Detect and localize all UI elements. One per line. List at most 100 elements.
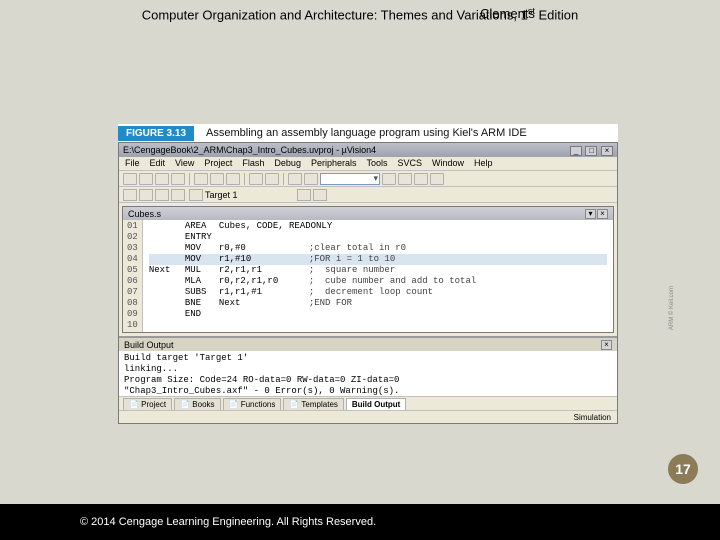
copyright-text: © 2014 Cengage Learning Engineering. All…: [80, 516, 376, 528]
manage-button[interactable]: [313, 189, 327, 201]
config-button[interactable]: [430, 173, 444, 185]
build-output-panel: Build Output × Build target 'Target 1'li…: [119, 336, 617, 396]
copy-button[interactable]: [210, 173, 224, 185]
slide-header: Computer Organization and Architecture: …: [0, 6, 720, 22]
minimize-button[interactable]: _: [570, 146, 582, 156]
code-line[interactable]: ENTRY: [149, 232, 607, 243]
build-toolbar: Target 1: [119, 187, 617, 203]
copyright-bar: © 2014 Cengage Learning Engineering. All…: [0, 504, 720, 540]
header-prefix: Computer Organization and Architecture: …: [142, 7, 528, 22]
header-suffix: Edition: [535, 7, 578, 22]
build-output-body[interactable]: Build target 'Target 1'linking...Program…: [119, 351, 617, 396]
toolbar-separator: [244, 173, 245, 185]
find-button[interactable]: [304, 173, 318, 185]
bookmark-button[interactable]: [288, 173, 302, 185]
main-toolbar: [119, 171, 617, 187]
editor-close-button[interactable]: ×: [597, 209, 608, 219]
code-line[interactable]: SUBSr1,r1,#1; decrement loop count: [149, 287, 607, 298]
new-file-button[interactable]: [123, 173, 137, 185]
tab-build-output[interactable]: Build Output: [346, 398, 406, 410]
close-button[interactable]: ×: [601, 146, 613, 156]
menu-project[interactable]: Project: [204, 158, 232, 169]
find-combo[interactable]: [320, 173, 380, 185]
menu-debug[interactable]: Debug: [274, 158, 301, 169]
menu-help[interactable]: Help: [474, 158, 493, 169]
menu-window[interactable]: Window: [432, 158, 464, 169]
line-number: 04: [127, 254, 138, 265]
ide-titlebar: E:\CengageBook\2_ARM\Chap3_Intro_Cubes.u…: [119, 143, 617, 157]
save-button[interactable]: [155, 173, 169, 185]
line-number: 07: [127, 287, 138, 298]
code-line[interactable]: BNENext;END FOR: [149, 298, 607, 309]
figure-caption-row: FIGURE 3.13 Assembling an assembly langu…: [118, 124, 618, 142]
menu-file[interactable]: File: [125, 158, 140, 169]
translate-button[interactable]: [155, 189, 169, 201]
line-number: 09: [127, 309, 138, 320]
build-output-title: Build Output: [124, 340, 174, 350]
bottom-tab-bar: 📄 Project📄 Books📄 Functions📄 TemplatesBu…: [119, 396, 617, 410]
code-area[interactable]: 01020304050607080910 AREACubes, CODE, RE…: [123, 220, 613, 332]
line-number: 03: [127, 243, 138, 254]
debug-run-button[interactable]: [382, 173, 396, 185]
menu-svcs[interactable]: SVCS: [398, 158, 423, 169]
build-button[interactable]: [123, 189, 137, 201]
status-bar: Simulation: [119, 410, 617, 423]
ide-title-text: E:\CengageBook\2_ARM\Chap3_Intro_Cubes.u…: [123, 145, 376, 155]
line-number: 10: [127, 320, 138, 331]
editor-file-name: Cubes.s: [128, 209, 161, 219]
line-number: 02: [127, 232, 138, 243]
maximize-button[interactable]: □: [585, 146, 597, 156]
ide-window: E:\CengageBook\2_ARM\Chap3_Intro_Cubes.u…: [118, 142, 618, 424]
code-line[interactable]: END: [149, 309, 607, 320]
save-all-button[interactable]: [171, 173, 185, 185]
code-line[interactable]: AREACubes, CODE, READONLY: [149, 221, 607, 232]
tab-project[interactable]: 📄 Project: [123, 398, 172, 410]
titlebar-controls: _ □ ×: [569, 145, 613, 156]
build-output-line: Build target 'Target 1': [124, 353, 612, 364]
redo-button[interactable]: [265, 173, 279, 185]
editor-titlebar: Cubes.s ▾ ×: [123, 207, 613, 220]
menu-peripherals[interactable]: Peripherals: [311, 158, 357, 169]
code-line[interactable]: MOVr1,#10;FOR i = 1 to 10: [149, 254, 607, 265]
open-button[interactable]: [139, 173, 153, 185]
menu-flash[interactable]: Flash: [242, 158, 264, 169]
tab-books[interactable]: 📄 Books: [174, 398, 220, 410]
download-button[interactable]: [189, 189, 203, 201]
build-output-line: linking...: [124, 364, 612, 375]
stop-build-button[interactable]: [171, 189, 185, 201]
debug-stop-button[interactable]: [398, 173, 412, 185]
line-number: 05: [127, 265, 138, 276]
menubar: File Edit View Project Flash Debug Peripherals…: [119, 157, 617, 171]
figure-tag: FIGURE 3.13: [118, 126, 194, 141]
figure-container: FIGURE 3.13 Assembling an assembly langu…: [118, 124, 618, 424]
undo-button[interactable]: [249, 173, 263, 185]
options-button[interactable]: [414, 173, 428, 185]
toolbar-separator: [189, 173, 190, 185]
menu-edit[interactable]: Edit: [150, 158, 166, 169]
tab-templates[interactable]: 📄 Templates: [283, 398, 344, 410]
menu-view[interactable]: View: [175, 158, 194, 169]
target-combo[interactable]: Target 1: [205, 190, 295, 200]
menu-tools[interactable]: Tools: [366, 158, 387, 169]
line-gutter: 01020304050607080910: [123, 220, 143, 332]
code-line[interactable]: NextMULr2,r1,r1; square number: [149, 265, 607, 276]
rebuild-button[interactable]: [139, 189, 153, 201]
build-output-line: "Chap3_Intro_Cubes.axf" - 0 Error(s), 0 …: [124, 386, 612, 396]
editor-panel: Cubes.s ▾ × 01020304050607080910 AREACub…: [122, 206, 614, 333]
tab-functions[interactable]: 📄 Functions: [223, 398, 282, 410]
target-options-button[interactable]: [297, 189, 311, 201]
cut-button[interactable]: [194, 173, 208, 185]
code-line[interactable]: MLAr0,r2,r1,r0; cube number and add to t…: [149, 276, 607, 287]
code-line[interactable]: MOVr0,#0;clear total in r0: [149, 243, 607, 254]
code-line[interactable]: [149, 320, 607, 331]
line-number: 01: [127, 221, 138, 232]
code-content[interactable]: AREACubes, CODE, READONLYENTRYMOVr0,#0;c…: [143, 220, 613, 332]
editor-window-controls: ▾ ×: [585, 209, 608, 219]
editor-restore-button[interactable]: ▾: [585, 209, 596, 219]
page-number-badge: 17: [668, 454, 698, 484]
paste-button[interactable]: [226, 173, 240, 185]
author-label: Clements: [480, 6, 535, 21]
image-credit: ARM © Keil.com: [669, 286, 675, 330]
build-output-titlebar: Build Output ×: [119, 338, 617, 351]
build-output-close[interactable]: ×: [601, 340, 612, 350]
